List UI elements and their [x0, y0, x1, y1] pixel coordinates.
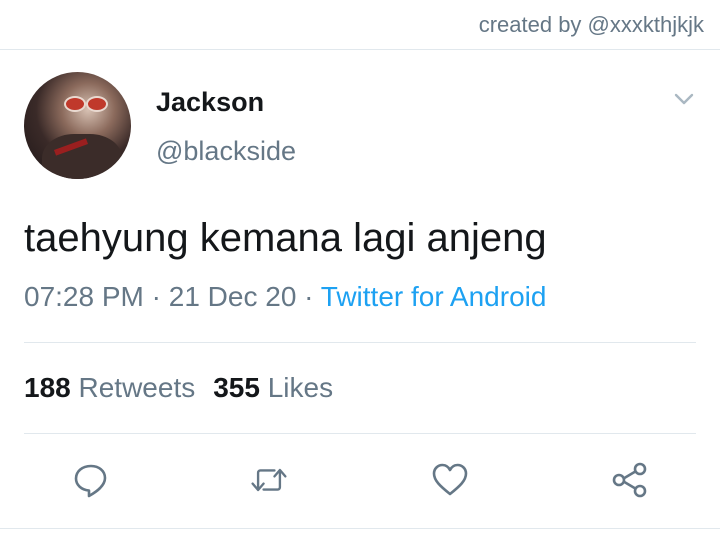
chevron-down-icon[interactable] — [674, 92, 694, 106]
retweets-stat[interactable]: 188 Retweets — [24, 372, 195, 403]
share-icon[interactable] — [610, 460, 650, 500]
retweet-icon[interactable] — [249, 460, 289, 500]
likes-stat[interactable]: 355 Likes — [213, 372, 333, 403]
meta-separator: · — [304, 281, 314, 312]
tweet-date: 21 Dec 20 — [168, 281, 297, 312]
tweet-stats: 188 Retweets 355 Likes — [24, 372, 333, 404]
heart-icon[interactable] — [430, 460, 470, 500]
retweets-label: Retweets — [78, 372, 196, 403]
avatar-glasses — [64, 96, 108, 112]
reply-icon[interactable] — [71, 460, 111, 500]
avatar[interactable] — [24, 72, 131, 179]
tweet-text: taehyung kemana lagi anjeng — [24, 216, 547, 260]
divider — [0, 528, 720, 529]
tweet-time: 07:28 PM — [24, 281, 144, 312]
retweets-count: 188 — [24, 372, 71, 403]
divider — [24, 433, 696, 434]
divider — [0, 49, 720, 50]
author-handle[interactable]: @blackside — [156, 136, 296, 167]
divider — [24, 342, 696, 343]
meta-separator: · — [151, 281, 161, 312]
likes-count: 355 — [213, 372, 260, 403]
author-name[interactable]: Jackson — [156, 87, 264, 118]
tweet-meta: 07:28 PM · 21 Dec 20 · Twitter for Andro… — [24, 281, 546, 313]
tweet-source-link[interactable]: Twitter for Android — [321, 281, 547, 312]
credit-text: created by @xxxkthjkjk — [478, 12, 704, 37]
likes-label: Likes — [267, 372, 334, 403]
